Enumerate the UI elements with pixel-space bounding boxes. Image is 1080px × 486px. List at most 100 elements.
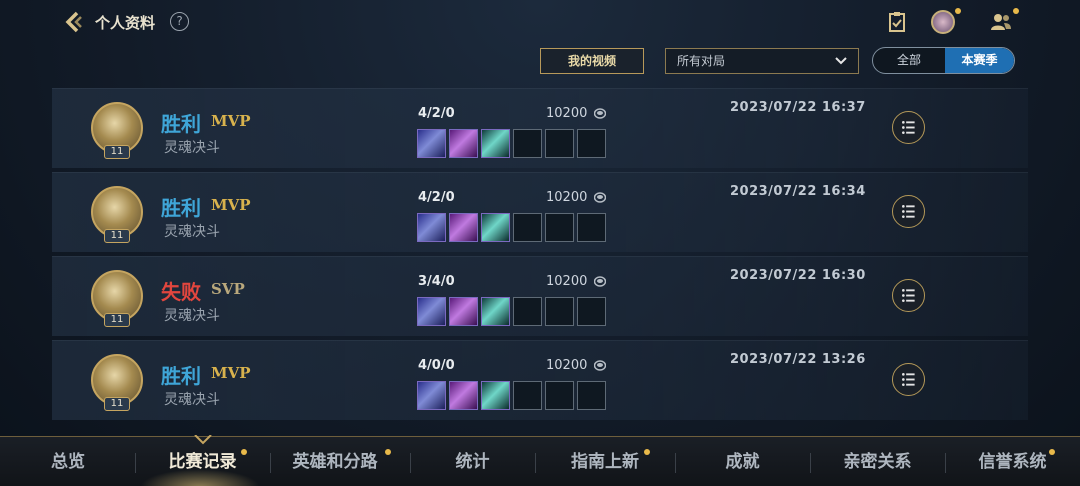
nav-separator: [535, 453, 536, 473]
notification-dot: [1013, 8, 1019, 14]
hero-level-badge: 11: [104, 229, 130, 243]
kda-score: 4/2/0: [418, 106, 455, 121]
bottom-nav: 总览 比赛记录 英雄和分路 统计 指南上新 成就 亲密关系 信誉系统: [0, 435, 1080, 486]
equipment-item-icon: [449, 381, 478, 410]
equipment-item-icon: [449, 213, 478, 242]
detail-list-button[interactable]: [892, 195, 925, 228]
performance-badge: SVP: [211, 280, 245, 298]
empty-item-slot: [545, 213, 574, 242]
nav-tab[interactable]: 总览: [20, 437, 116, 486]
chevron-down-icon: [835, 57, 847, 65]
hero-level-badge: 11: [104, 397, 130, 411]
equipment-item-icon: [417, 129, 446, 158]
gold-amount: 10200: [546, 106, 588, 121]
match-result: 胜利: [161, 364, 201, 388]
nav-tab[interactable]: 比赛记录: [135, 437, 270, 486]
friends-icon[interactable]: [989, 10, 1013, 34]
match-row[interactable]: 11 胜利 MVP 灵魂决斗 4/0/0 10200 2023/07/22 13…: [52, 340, 1028, 420]
kda-score: 4/0/0: [418, 358, 455, 373]
gold-amount: 10200: [546, 274, 588, 289]
nav-separator: [945, 453, 946, 473]
page-title: 个人资料: [95, 14, 156, 32]
match-time: 2023/07/22 16:37: [730, 100, 866, 115]
match-row[interactable]: 11 胜利 MVP 灵魂决斗 4/2/0 10200 2023/07/22 16…: [52, 88, 1028, 168]
nav-separator: [675, 453, 676, 473]
game-mode: 灵魂决斗: [164, 308, 220, 324]
match-row[interactable]: 11 失败 SVP 灵魂决斗 3/4/0 10200 2023/07/22 16…: [52, 256, 1028, 336]
performance-badge: MVP: [211, 364, 251, 382]
nav-tab[interactable]: 成就: [675, 437, 810, 486]
equipment-item-icon: [481, 213, 510, 242]
hero-level-badge: 11: [104, 313, 130, 327]
detail-list-button[interactable]: [892, 279, 925, 312]
empty-item-slot: [513, 381, 542, 410]
my-videos-button[interactable]: 我的视频: [540, 48, 644, 74]
equipment-item-icon: [481, 381, 510, 410]
game-mode: 灵魂决斗: [164, 224, 220, 240]
equipment-item-icon: [481, 297, 510, 326]
equipment-item-icon: [417, 381, 446, 410]
list-icon: [902, 289, 915, 302]
gold-amount: 10200: [546, 358, 588, 373]
empty-item-slot: [513, 213, 542, 242]
match-time: 2023/07/22 16:34: [730, 184, 866, 199]
match-list: 11 胜利 MVP 灵魂决斗 4/2/0 10200 2023/07/22 16…: [52, 88, 1028, 424]
equipment-item-icon: [449, 297, 478, 326]
nav-tab[interactable]: 指南上新: [535, 437, 675, 486]
help-icon[interactable]: ?: [170, 12, 189, 31]
equipment-item-icon: [417, 297, 446, 326]
list-icon: [902, 373, 915, 386]
nav-tab[interactable]: 英雄和分路: [270, 437, 400, 486]
hero-level-badge: 11: [104, 145, 130, 159]
list-icon: [902, 205, 915, 218]
nav-tab[interactable]: 亲密关系: [810, 437, 945, 486]
nav-separator: [270, 453, 271, 473]
match-row[interactable]: 11 胜利 MVP 灵魂决斗 4/2/0 10200 2023/07/22 16…: [52, 172, 1028, 252]
filter-select-value: 所有对局: [677, 54, 726, 68]
coin-icon: [594, 192, 606, 203]
match-result: 胜利: [161, 196, 201, 220]
empty-item-slot: [513, 129, 542, 158]
toggle-season-option[interactable]: 本赛季: [945, 48, 1014, 73]
nav-tab[interactable]: 信誉系统: [945, 437, 1080, 486]
gold-amount: 10200: [546, 190, 588, 205]
toggle-all-option[interactable]: 全部: [873, 48, 945, 73]
empty-item-slot: [577, 297, 606, 326]
coin-icon: [594, 276, 606, 287]
game-mode: 灵魂决斗: [164, 392, 220, 408]
task-clipboard-icon[interactable]: [885, 10, 909, 34]
coin-icon: [594, 108, 606, 119]
detail-list-button[interactable]: [892, 111, 925, 144]
game-mode: 灵魂决斗: [164, 140, 220, 156]
empty-item-slot: [577, 213, 606, 242]
equipment-item-icon: [417, 213, 446, 242]
nav-separator: [810, 453, 811, 473]
performance-badge: MVP: [211, 196, 251, 214]
nav-notification-dot: [1049, 449, 1055, 455]
kda-score: 4/2/0: [418, 190, 455, 205]
empty-item-slot: [545, 381, 574, 410]
equipment-item-icon: [449, 129, 478, 158]
top-bar: 个人资料 ?: [0, 0, 1080, 44]
match-filter-select[interactable]: 所有对局: [665, 48, 859, 74]
nav-tab[interactable]: 统计: [410, 437, 535, 486]
empty-item-slot: [545, 129, 574, 158]
coin-icon: [594, 360, 606, 371]
season-toggle[interactable]: 全部 本赛季: [872, 47, 1015, 74]
notification-dot: [955, 8, 961, 14]
equipment-item-icon: [481, 129, 510, 158]
list-icon: [902, 121, 915, 134]
empty-item-slot: [577, 381, 606, 410]
nav-separator: [410, 453, 411, 473]
back-chevron-icon[interactable]: [62, 10, 86, 34]
performance-badge: MVP: [211, 112, 251, 130]
match-result: 失败: [161, 280, 201, 304]
profile-avatar-icon[interactable]: [931, 10, 955, 34]
nav-notification-dot: [241, 449, 247, 455]
detail-list-button[interactable]: [892, 363, 925, 396]
nav-notification-dot: [644, 449, 650, 455]
match-time: 2023/07/22 13:26: [730, 352, 866, 367]
empty-item-slot: [513, 297, 542, 326]
match-time: 2023/07/22 16:30: [730, 268, 866, 283]
match-result: 胜利: [161, 112, 201, 136]
